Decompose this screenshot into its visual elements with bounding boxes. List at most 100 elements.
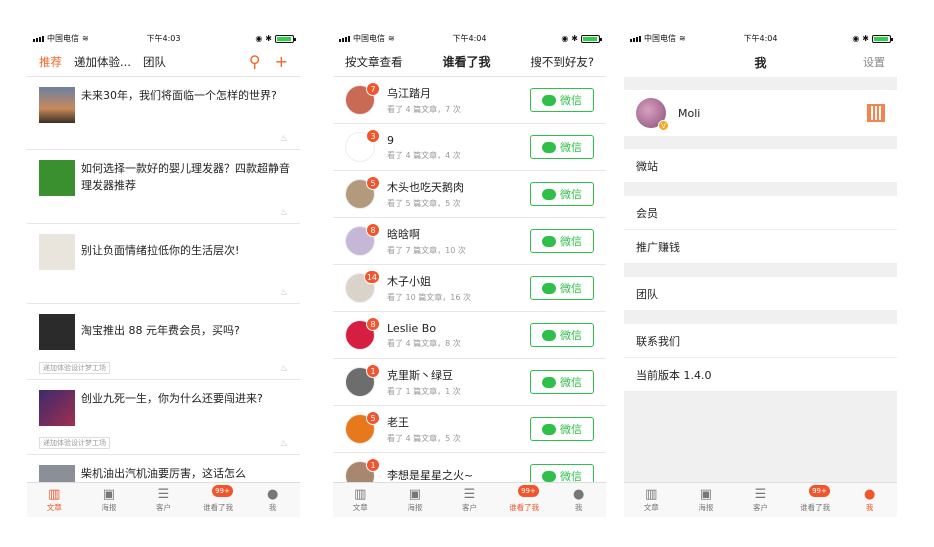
article-item[interactable]: 如何选择一款好的婴儿理发器？四款超静音理发器推荐 ♨ [27,150,300,224]
bluetooth-icon: ✱ [571,34,578,43]
viewer-info: 老王 看了 4 篇文章，5 次 [387,414,530,444]
settings-button[interactable]: 设置 [863,54,885,70]
tab-customers[interactable]: ☰ 客户 [733,483,788,517]
tab-articles[interactable]: ▥ 文章 [333,483,388,517]
wechat-label: 微信 [560,235,582,248]
article-thumbnail [39,234,75,270]
article-item[interactable]: 创业九死一生，你为什么还要闯进来? 递加体验设计梦工场 ♨ [27,380,300,455]
tab-who-viewed[interactable]: 99+◠谁看了我 [497,483,552,517]
wechat-icon [542,235,556,247]
article-item[interactable]: 淘宝推出 88 元年费会员，买吗? 递加体验设计梦工场 ♨ [27,304,300,380]
bottom-tab-bar: ▥文章 ▣海报 ☰客户 99+◠谁看了我 ●我 [624,482,897,517]
battery-icon [275,34,296,43]
profile-row[interactable]: V Moli [624,90,897,136]
bar-chart-icon: ▥ [48,487,61,502]
wechat-icon [542,188,556,200]
tab-recommend[interactable]: 推荐 [39,54,62,70]
viewer-info: 木子小姐 看了 10 篇文章，16 次 [387,273,530,303]
tab-team[interactable]: 团队 [143,54,166,70]
viewer-row[interactable]: 1 克里斯丶绿豆 看了 1 篇文章，1 次 微信 [333,359,606,406]
viewer-row[interactable]: 7 乌江踏月 看了 4 篇文章，7 次 微信 [333,77,606,124]
viewer-info: 9 看了 4 篇文章，4 次 [387,134,530,161]
viewer-name: Leslie Bo [387,321,437,335]
bottom-tab-bar: ▥文章 ▣海报 ☰客户 99+◠谁看了我 ●我 [333,482,606,517]
tab-me[interactable]: ● 我 [842,483,897,517]
wechat-label: 微信 [560,188,582,201]
wechat-button[interactable]: 微信 [530,417,594,441]
article-source-tag: 递加体验设计梦工场 [39,437,110,449]
profile-name: Moli [678,106,701,120]
tab-customers[interactable]: ☰ 客户 [136,483,191,517]
menu-micro-site[interactable]: 微站 [624,149,897,183]
view-count-badge: 14 [363,270,380,284]
search-icon[interactable]: ⚲ [249,52,261,71]
wechat-button[interactable]: 微信 [530,229,594,253]
article-thumbnail [39,314,75,350]
tab-posters[interactable]: ▣ 海报 [679,483,734,517]
lock-icon: ◉ [852,34,860,43]
view-by-article-button[interactable]: 按文章查看 [345,54,403,70]
viewer-row[interactable]: 14 木子小姐 看了 10 篇文章，16 次 微信 [333,265,606,312]
wechat-label: 微信 [560,282,582,295]
tab-posters[interactable]: ▣ 海报 [82,483,137,517]
tab-who-viewed[interactable]: 99+◠谁看了我 [788,483,843,517]
tab-me[interactable]: ● 我 [551,483,606,517]
view-count-badge: 7 [366,82,380,96]
add-icon[interactable]: + [275,52,288,71]
menu-team[interactable]: 团队 [624,277,897,311]
article-item[interactable]: 未来30年，我们将面临一个怎样的世界? ♨ [27,77,300,150]
wechat-button[interactable]: 微信 [530,370,594,394]
viewer-name: 老王 [387,416,409,429]
view-count-badge: 3 [366,129,380,143]
viewer-row[interactable]: 8 晗晗啊 看了 7 篇文章，10 次 微信 [333,218,606,265]
tab-customers[interactable]: ☰ 客户 [442,483,497,517]
article-item[interactable]: 别让负面情绪拉低你的生活层次! ♨ [27,224,300,304]
viewer-name: 木头也吃天鹅肉 [387,181,464,194]
wechat-label: 微信 [560,141,582,154]
hot-icon: ♨ [279,134,288,144]
view-count-badge: 5 [366,411,380,425]
viewer-list: 7 乌江踏月 看了 4 篇文章，7 次微信 3 9 看了 4 篇文章，4 次微信 5 木头也吃… [333,77,606,500]
tab-articles[interactable]: ▥ 文章 [27,483,82,517]
me-screen: 中国电信 ≋ 下午4:04 ◉ ✱ 我 设置 V Moli 微站 会员 推广赚钱 团… [624,30,897,517]
viewer-row[interactable]: 3 9 看了 4 篇文章，4 次 微信 [333,124,606,171]
top-nav: 我 设置 [624,47,897,77]
avatar: 1 [345,364,380,397]
list-icon: ☰ [463,487,476,502]
viewer-row[interactable]: 5 木头也吃天鹅肉 看了 5 篇文章，5 次 微信 [333,171,606,218]
bar-chart-icon: ▥ [354,487,367,502]
viewer-info: Leslie Bo 看了 4 篇文章，8 次 [387,322,530,349]
avatar: V [636,98,669,131]
carrier: 中国电信 [644,34,676,43]
avatar: 14 [345,270,380,303]
avatar: 8 [345,317,380,350]
viewer-row[interactable]: 5 老王 看了 4 篇文章，5 次 微信 [333,406,606,453]
tab-who-viewed[interactable]: 99+◠谁看了我 [191,483,246,517]
signal-icon [630,35,641,42]
status-bar: 中国电信 ≋ 下午4:04 ◉ ✱ [624,30,897,47]
tab-channel[interactable]: 递加体验... [74,54,131,70]
tab-posters[interactable]: ▣ 海报 [388,483,443,517]
avatar: 8 [345,223,380,256]
wechat-button[interactable]: 微信 [530,182,594,206]
qr-code-icon[interactable] [867,104,885,122]
menu-contact-us[interactable]: 联系我们 [624,324,897,358]
wechat-button[interactable]: 微信 [530,276,594,300]
tab-articles[interactable]: ▥ 文章 [624,483,679,517]
view-count-badge: 1 [366,364,380,378]
cannot-find-friend-link[interactable]: 搜不到好友? [530,54,594,70]
wechat-button[interactable]: 微信 [530,88,594,112]
person-icon: ● [573,487,585,502]
wechat-button[interactable]: 微信 [530,323,594,347]
viewer-row[interactable]: 8 Leslie Bo 看了 4 篇文章，8 次 微信 [333,312,606,359]
lock-icon: ◉ [255,34,263,43]
divider [624,77,897,90]
viewer-info: 克里斯丶绿豆 看了 1 篇文章，1 次 [387,367,530,397]
viewer-name: 9 [387,133,394,147]
tab-me[interactable]: ● 我 [245,483,300,517]
menu-membership[interactable]: 会员 [624,196,897,230]
battery-icon [872,34,893,43]
wechat-button[interactable]: 微信 [530,135,594,159]
battery-icon [581,34,602,43]
menu-promotion[interactable]: 推广赚钱 [624,230,897,264]
